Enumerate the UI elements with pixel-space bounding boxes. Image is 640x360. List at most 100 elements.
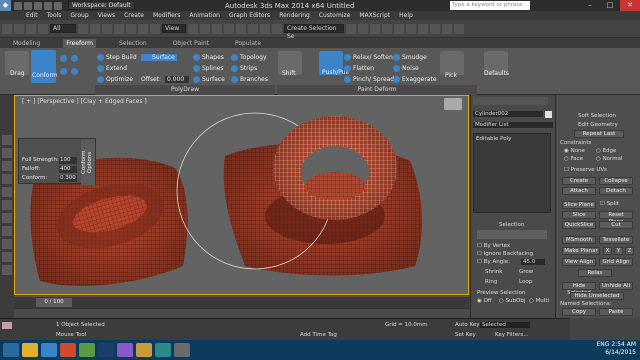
panel-tab-icon[interactable] <box>473 97 548 105</box>
slice-button[interactable]: Slice <box>562 211 596 219</box>
curve-editor-icon[interactable] <box>394 23 404 34</box>
time-slider[interactable]: 0 / 100 <box>14 296 469 308</box>
app-icon[interactable] <box>174 343 190 357</box>
make-planar-button[interactable]: Make Planar <box>562 247 600 255</box>
app-icon[interactable] <box>136 343 152 357</box>
add-time-tag-button[interactable]: Add Time Tag <box>300 332 337 338</box>
time-slider-thumb[interactable]: 0 / 100 <box>36 298 72 307</box>
move-icon[interactable] <box>126 23 136 34</box>
preserve-uvs-checkbox[interactable]: ☐ Preserve UVs <box>564 167 607 173</box>
close-button[interactable]: ✕ <box>620 0 640 11</box>
hide-selected-button[interactable]: Hide Selected <box>562 282 596 296</box>
object-color-swatch[interactable] <box>545 111 552 118</box>
selection-filter-dropdown[interactable]: All <box>50 24 76 33</box>
window-crossing-icon[interactable] <box>114 23 124 34</box>
smudge-button[interactable]: Smudge <box>393 54 427 61</box>
collapse-button[interactable]: Collapse <box>599 177 633 185</box>
branches-button[interactable]: Branches <box>231 76 268 83</box>
optimize-button[interactable]: Optimize <box>97 76 133 83</box>
edit-named-selection-icon[interactable] <box>272 23 282 34</box>
noise-button[interactable]: Noise <box>393 65 419 72</box>
percent-snap-icon[interactable] <box>248 23 258 34</box>
menu-edit[interactable]: Edit <box>26 12 38 19</box>
link-icon[interactable] <box>26 23 36 34</box>
falloff-field[interactable]: 400 <box>59 166 77 173</box>
key-mode-dropdown[interactable]: Selected <box>480 322 530 328</box>
by-vertex-checkbox[interactable]: ☐ By Vertex <box>477 243 510 249</box>
group-polydraw[interactable]: PolyDraw <box>95 85 275 95</box>
maximize-button[interactable]: □ <box>600 0 620 11</box>
strips-button[interactable]: Strips <box>231 65 257 72</box>
subobject-icons[interactable] <box>477 230 547 239</box>
redo-icon[interactable] <box>14 23 24 34</box>
ribbon-tool-icon[interactable] <box>71 55 78 62</box>
tessellate-button[interactable]: Tessellate <box>599 236 633 244</box>
soft-selection-rollout[interactable]: Soft Selection <box>578 113 616 119</box>
maxscript-listener-icon[interactable] <box>2 322 12 329</box>
unlink-icon[interactable] <box>38 23 48 34</box>
constraint-none-radio[interactable]: ◉ None <box>564 148 585 154</box>
photoshop-icon[interactable] <box>98 343 114 357</box>
tool-icon[interactable] <box>2 252 12 262</box>
view-align-button[interactable]: View Align <box>562 258 596 266</box>
menu-customize[interactable]: Customize <box>319 12 351 19</box>
menu-maxscript[interactable]: MAXScript <box>359 12 390 19</box>
ribbon-tool-icon[interactable] <box>60 68 67 75</box>
reset-plane-button[interactable]: Reset Plane <box>599 211 633 225</box>
copy-button[interactable]: Copy <box>562 308 596 316</box>
workspace-dropdown[interactable]: Workspace: Default <box>68 1 135 10</box>
flatten-button[interactable]: Flatten <box>344 65 374 72</box>
menu-rendering[interactable]: Rendering <box>279 12 310 19</box>
loop-button[interactable]: Loop <box>519 279 532 285</box>
tool-icon[interactable] <box>2 148 12 158</box>
detach-button[interactable]: Detach <box>599 187 633 195</box>
layer-icon[interactable] <box>370 23 380 34</box>
slice-plane-button[interactable]: Slice Plane <box>562 201 596 209</box>
tab-object-paint[interactable]: Object Paint <box>170 39 212 48</box>
tool-icon[interactable] <box>2 200 12 210</box>
object-name-field[interactable]: Cylinder002 <box>473 111 543 117</box>
spinner-snap-icon[interactable] <box>260 23 270 34</box>
menu-graph-editors[interactable]: Graph Editors <box>229 12 270 19</box>
viewcube[interactable] <box>444 98 462 110</box>
tool-icon[interactable] <box>2 226 12 236</box>
tab-populate[interactable]: Populate <box>232 39 264 48</box>
reference-coord-dropdown[interactable]: View <box>162 24 186 33</box>
material-editor-icon[interactable] <box>418 23 428 34</box>
relax-soften-button[interactable]: Relax/ Soften <box>344 54 393 61</box>
app-icon[interactable] <box>117 343 133 357</box>
menu-views[interactable]: Views <box>98 12 115 19</box>
by-angle-checkbox[interactable]: ☐ By Angle: <box>477 259 510 265</box>
angle-field[interactable]: 45.0 <box>521 259 545 265</box>
minimize-button[interactable]: – <box>580 0 600 11</box>
constraint-face-radio[interactable]: ○ Face <box>564 156 583 162</box>
select-by-name-icon[interactable] <box>90 23 100 34</box>
tool-icon[interactable] <box>2 174 12 184</box>
selection-rollout[interactable]: Selection <box>499 222 524 228</box>
undo-icon[interactable] <box>2 23 12 34</box>
constraint-edge-radio[interactable]: ○ Edge <box>596 148 616 154</box>
menu-group[interactable]: Group <box>70 12 88 19</box>
grid-align-button[interactable]: Grid Align <box>599 258 633 266</box>
app-icon[interactable] <box>79 343 95 357</box>
ring-button[interactable]: Ring <box>485 279 497 285</box>
app-logo-icon[interactable]: ◆ <box>0 0 11 11</box>
splines-button[interactable]: Splines <box>193 65 224 72</box>
group-paint-deform[interactable]: Paint Deform <box>277 85 477 95</box>
tool-icon[interactable] <box>2 161 12 171</box>
pinch-spread-button[interactable]: Pinch/ Spread <box>344 76 394 83</box>
split-checkbox[interactable]: ☐ Split <box>600 201 619 207</box>
planar-x-button[interactable]: X <box>603 247 612 255</box>
surface-draw-button[interactable]: Surface <box>193 76 225 83</box>
save-icon[interactable] <box>34 1 42 10</box>
preview-multi-radio[interactable]: ○ Multi <box>529 298 549 304</box>
named-selection-dropdown[interactable]: Create Selection Se <box>284 24 344 40</box>
graphite-icon[interactable] <box>382 23 392 34</box>
mirror-icon[interactable] <box>346 23 356 34</box>
tool-icon[interactable] <box>2 265 12 275</box>
ignore-backfacing-checkbox[interactable]: ☐ Ignore Backfacing <box>477 251 533 257</box>
select-icon[interactable] <box>78 23 88 34</box>
tool-icon[interactable] <box>2 213 12 223</box>
preview-subobj-radio[interactable]: ○ SubObj <box>499 298 525 304</box>
unhide-all-button[interactable]: Unhide All <box>599 282 633 290</box>
